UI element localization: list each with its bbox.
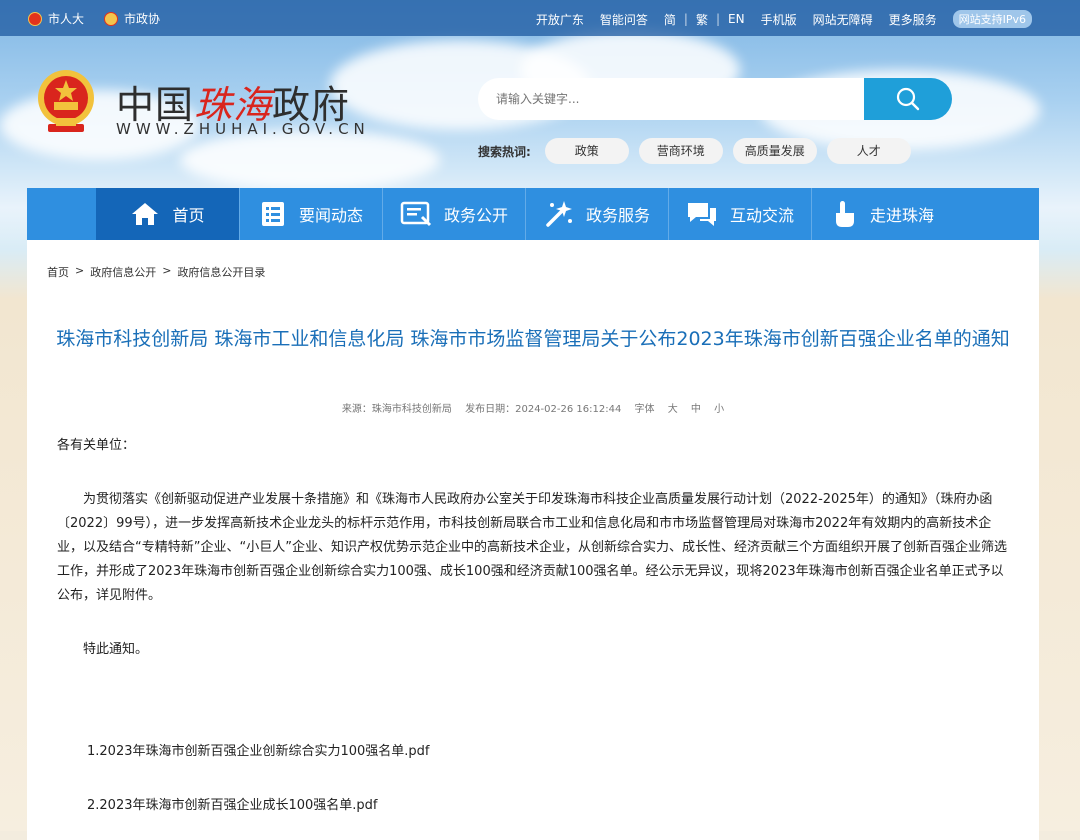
link-mobile[interactable]: 手机版 <box>761 11 797 28</box>
nav-about-zhuhai[interactable]: 走进珠海 <box>811 188 954 240</box>
national-emblem-icon <box>38 70 94 132</box>
main-nav: 首页 要闻动态 政务公开 政务服务 互动交流 走进珠海 <box>27 188 1039 240</box>
nav-interaction-label: 互动交流 <box>729 206 794 225</box>
emblem-icon <box>28 11 42 26</box>
hot-keywords-label: 搜索热词: <box>478 144 531 159</box>
article-notice: 特此通知。 <box>83 642 149 657</box>
nav-open-info-label: 政务公开 <box>443 206 508 225</box>
article-salutation: 各有关单位： <box>57 438 136 453</box>
nav-home-label: 首页 <box>172 206 205 225</box>
nav-services[interactable]: 政务服务 <box>525 188 668 240</box>
link-cppcc[interactable]: 市政协 <box>104 10 160 27</box>
article-date: 发布日期：2024-02-26 16:12:44 <box>465 404 622 415</box>
search-icon <box>896 87 920 111</box>
link-npc[interactable]: 市人大 <box>28 10 84 27</box>
font-size-medium[interactable]: 中 <box>691 404 701 415</box>
nav-about-zhuhai-label: 走进珠海 <box>869 206 934 225</box>
breadcrumb-home[interactable]: 首页 <box>47 264 69 280</box>
font-size-small[interactable]: 小 <box>714 404 724 415</box>
chat-icon <box>687 203 716 226</box>
link-open-guangdong[interactable]: 开放广东 <box>536 11 584 28</box>
breadcrumb-catalog[interactable]: 政府信息公开目录 <box>177 264 265 280</box>
nav-open-info[interactable]: 政务公开 <box>382 188 525 240</box>
font-size-large[interactable]: 大 <box>668 404 678 415</box>
hot-tag-policy[interactable]: 政策 <box>544 138 629 164</box>
article-source: 来源：珠海市科技创新局 <box>341 404 452 415</box>
lang-traditional[interactable]: 繁 <box>696 11 708 28</box>
hand-icon <box>835 201 854 227</box>
service-icon <box>546 201 572 227</box>
breadcrumb-separator: > <box>75 264 85 277</box>
hot-tag-business-env[interactable]: 营商环境 <box>638 138 723 164</box>
attachment-link[interactable]: 2.2023年珠海市创新百强企业成长100强名单.pdf <box>57 794 1009 818</box>
open-info-icon <box>400 201 432 227</box>
search-input[interactable] <box>478 78 864 120</box>
nav-services-label: 政务服务 <box>585 206 650 225</box>
top-bar: 市人大 市政协 开放广东 智能问答 简 | 繁 | EN 手机版 网站无障碍 更多服… <box>0 0 1080 36</box>
nav-interaction[interactable]: 互动交流 <box>668 188 811 240</box>
search-bar <box>478 78 952 120</box>
breadcrumb-separator: > <box>162 264 172 277</box>
language-switch: 简 | 繁 | EN <box>663 11 745 28</box>
nav-home[interactable]: 首页 <box>96 188 239 240</box>
attachment-link[interactable]: 1.2023年珠海市创新百强企业创新综合实力100强名单.pdf <box>57 740 1009 764</box>
news-icon <box>261 202 284 226</box>
link-more-services[interactable]: 更多服务 <box>889 11 937 28</box>
breadcrumb: 首页 > 政府信息公开 > 政府信息公开目录 <box>47 264 265 280</box>
font-size-label: 字体 <box>634 404 655 415</box>
logo-url: WWW.ZHUHAI.GOV.CN <box>116 120 370 138</box>
search-button[interactable] <box>864 78 952 120</box>
article-meta: 来源：珠海市科技创新局 发布日期：2024-02-26 16:12:44 字体 … <box>27 400 1039 415</box>
lang-english[interactable]: EN <box>728 12 745 26</box>
nav-news[interactable]: 要闻动态 <box>239 188 382 240</box>
lang-simplified[interactable]: 简 <box>664 11 676 28</box>
article-body: 各有关单位： 为贯彻落实《创新驱动促进产业发展十条措施》和《珠海市人民政府办公室… <box>57 434 1009 818</box>
hot-tag-talent[interactable]: 人才 <box>826 138 911 164</box>
nav-news-label: 要闻动态 <box>298 206 363 225</box>
home-icon <box>132 203 159 225</box>
content-panel: 首页 > 政府信息公开 > 政府信息公开目录 珠海市科技创新局 珠海市工业和信息… <box>27 240 1039 840</box>
ipv6-badge: 网站支持IPv6 <box>952 10 1032 28</box>
link-smart-qa[interactable]: 智能问答 <box>600 11 648 28</box>
link-accessibility[interactable]: 网站无障碍 <box>813 11 873 28</box>
article-title: 珠海市科技创新局 珠海市工业和信息化局 珠海市市场监督管理局关于公布2023年珠… <box>56 328 1010 350</box>
article-paragraph: 为贯彻落实《创新驱动促进产业发展十条措施》和《珠海市人民政府办公室关于印发珠海市… <box>57 492 1007 603</box>
breadcrumb-open-info[interactable]: 政府信息公开 <box>90 264 156 280</box>
cppcc-emblem-icon <box>104 11 119 26</box>
hot-tag-quality-dev[interactable]: 高质量发展 <box>732 138 817 164</box>
hot-keywords: 搜索热词: 政策 营商环境 高质量发展 人才 <box>478 138 921 164</box>
